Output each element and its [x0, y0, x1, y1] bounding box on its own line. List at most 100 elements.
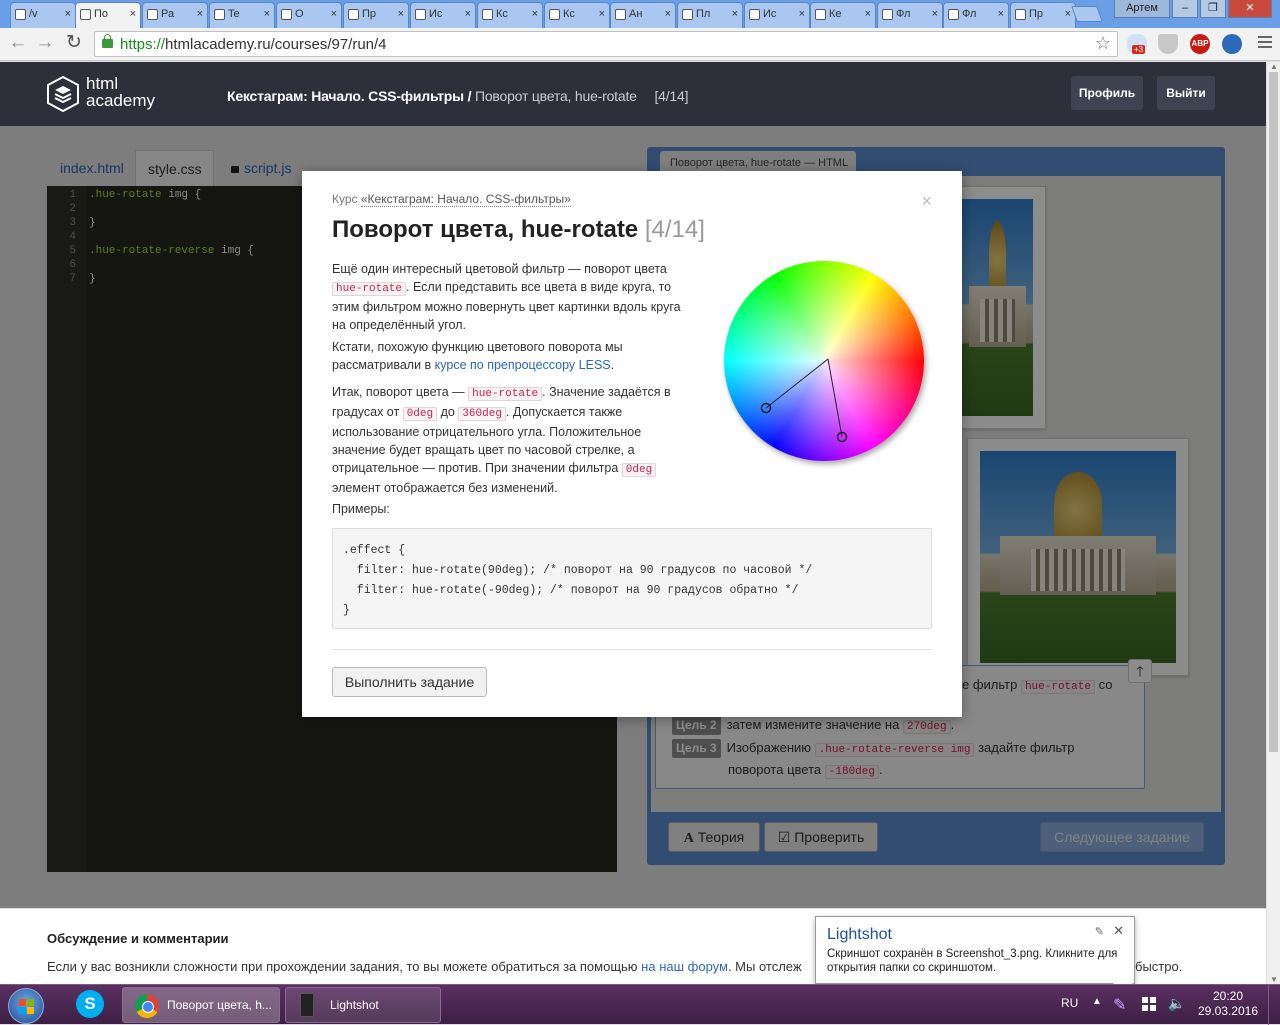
page-icon [948, 9, 959, 20]
browser-tab[interactable]: О × [276, 2, 342, 28]
htmlacademy-logo-icon[interactable] [47, 76, 79, 112]
tab-close-icon[interactable]: × [264, 8, 270, 20]
browser-tab[interactable]: Фл × [877, 2, 943, 28]
browser-tab[interactable]: Ис × [410, 2, 476, 28]
page-icon [348, 9, 359, 20]
browser-tab-label: Кс [496, 8, 508, 20]
browser-tab-label: /v [29, 8, 38, 20]
tab-close-icon[interactable]: × [398, 8, 404, 20]
color-wheel-illustration [716, 255, 936, 475]
tab-close-icon[interactable]: × [1065, 8, 1071, 20]
show-desktop-button[interactable] [1268, 985, 1280, 1025]
page-icon [281, 9, 292, 20]
browser-tab[interactable]: Пр × [343, 2, 409, 28]
reload-icon[interactable]: ↻ [62, 32, 86, 56]
browser-tab[interactable]: Te × [209, 2, 275, 28]
browser-tab-label: По [94, 8, 109, 20]
browser-tab-label: Фл [962, 8, 977, 20]
web-page: html academy Кекстаграм: Начало. CSS-фил… [0, 62, 1266, 984]
tab-close-icon[interactable]: × [65, 8, 71, 20]
breadcrumb-step-count: [4/14] [654, 88, 689, 104]
taskbar-chrome[interactable]: Поворот цвета, h... [122, 987, 280, 1023]
scrollbar-thumb[interactable] [1269, 72, 1278, 752]
new-tab-button[interactable] [1071, 6, 1103, 22]
close-window-button[interactable]: ✕ [1228, 0, 1272, 18]
skype-icon[interactable]: S [76, 990, 104, 1018]
tab-close-icon[interactable]: × [532, 8, 538, 20]
browser-tab[interactable]: Кс × [477, 2, 543, 28]
window-user-badge[interactable]: Артем [1114, 0, 1170, 18]
bookmark-star-icon[interactable]: ☆ [1095, 33, 1111, 54]
forum-link[interactable]: на наш форум [641, 959, 728, 974]
close-icon[interactable]: × [921, 191, 932, 212]
browser-tab-label: Ан [629, 8, 643, 20]
browser-tab[interactable]: Пл × [677, 2, 743, 28]
browser-toolbar: ← → ↻ https://htmlacademy.ru/courses/97/… [0, 28, 1280, 61]
logout-button[interactable]: Выйти [1157, 76, 1215, 110]
rotation-angle-lines [760, 358, 848, 443]
logo-text[interactable]: html academy [86, 75, 155, 109]
site-header: html academy Кекстаграм: Начало. CSS-фил… [0, 62, 1266, 126]
tab-close-icon[interactable]: × [732, 8, 738, 20]
start-task-button[interactable]: Выполнить задание [332, 667, 487, 697]
tab-close-icon[interactable]: × [665, 8, 671, 20]
tray-expand-icon[interactable]: ▲ [1092, 996, 1102, 1007]
shield-extension-icon[interactable] [1158, 34, 1178, 54]
browser-tab-strip: /v × По × Ра × Te × О × Пр × Ис × Кс × Кс × Ан × Пл × Ис × Ке × Фл… [0, 0, 1280, 28]
tab-close-icon[interactable]: × [331, 8, 337, 20]
browser-tab-label: Ис [763, 8, 777, 20]
browser-tab[interactable]: Кс × [544, 2, 610, 28]
url-text[interactable]: https://htmlacademy.ru/courses/97/run/4 [120, 36, 387, 53]
page-scrollbar[interactable]: ▲ ▼ [1266, 62, 1280, 984]
back-icon[interactable]: ← [6, 32, 30, 56]
volume-icon[interactable]: 🔈 [1168, 995, 1185, 1012]
browser-tab[interactable]: Ра × [142, 2, 208, 28]
breadcrumb-current: Поворот цвета, hue-rotate [474, 88, 637, 104]
scroll-up-arrow-icon[interactable]: ▲ [1270, 62, 1278, 71]
forward-icon[interactable]: → [33, 32, 57, 56]
course-link[interactable]: «Кекстаграм: Начало. CSS-фильтры» [360, 192, 571, 207]
browser-tab[interactable]: Ан × [610, 2, 676, 28]
tab-close-icon[interactable]: × [130, 8, 136, 20]
notification-text: Скриншот сохранён в Screenshot_3.png. Кл… [827, 948, 1118, 974]
profile-button[interactable]: Профиль [1071, 76, 1143, 110]
pin-icon[interactable]: ✎ [1095, 925, 1104, 938]
examples-label: Примеры: [332, 502, 390, 516]
tab-close-icon[interactable]: × [197, 8, 203, 20]
breadcrumb-course[interactable]: Кекстаграм: Начало. CSS-фильтры / [227, 88, 471, 104]
taskbar-lightshot[interactable]: Lightshot [285, 987, 441, 1023]
scroll-down-arrow-icon[interactable]: ▼ [1270, 975, 1278, 984]
browser-tab[interactable]: Фл × [943, 2, 1009, 28]
adblock-icon[interactable]: ABP [1190, 34, 1210, 54]
language-indicator[interactable]: RU [1061, 996, 1078, 1010]
tab-close-icon[interactable]: × [799, 8, 805, 20]
tab-close-icon[interactable]: × [465, 8, 471, 20]
browser-tab[interactable]: Пр × [1010, 2, 1076, 28]
page-icon [147, 9, 158, 20]
less-course-link[interactable]: курсе по препроцессору LESS [435, 358, 611, 372]
address-bar[interactable]: https://htmlacademy.ru/courses/97/run/4 … [94, 31, 1118, 57]
browser-tab[interactable]: Ис × [744, 2, 810, 28]
globe-extension-icon[interactable] [1222, 34, 1242, 54]
tab-close-icon[interactable]: × [865, 8, 871, 20]
windows-taskbar: S Поворот цвета, h... Lightshot RU ▲ ✎ 🔈… [0, 984, 1280, 1025]
browser-tab[interactable]: По × [75, 2, 141, 28]
windows-start-button[interactable] [8, 988, 44, 1024]
browser-tab[interactable]: Ке × [810, 2, 876, 28]
tab-close-icon[interactable]: × [599, 8, 605, 20]
lightshot-tray-icon[interactable]: ✎ [1113, 995, 1129, 1014]
chrome-menu-icon[interactable] [1258, 36, 1272, 51]
minimize-button[interactable]: ‒ [1172, 0, 1198, 18]
close-icon[interactable]: ✕ [1113, 923, 1124, 939]
tab-close-icon[interactable]: × [998, 8, 1004, 20]
restore-button[interactable]: ❐ [1200, 0, 1226, 18]
browser-tab[interactable]: /v × [10, 2, 76, 28]
tab-close-icon[interactable]: × [932, 8, 938, 20]
divider [332, 649, 932, 650]
action-center-icon[interactable] [1142, 997, 1156, 1011]
page-icon [1015, 9, 1026, 20]
page-icon [214, 9, 225, 20]
clock[interactable]: 20:20 29.03.2016 [1196, 989, 1260, 1019]
page-icon [80, 9, 91, 20]
lightshot-notification[interactable]: Lightshot ✎ ✕ Скриншот сохранён в Screen… [815, 916, 1135, 984]
